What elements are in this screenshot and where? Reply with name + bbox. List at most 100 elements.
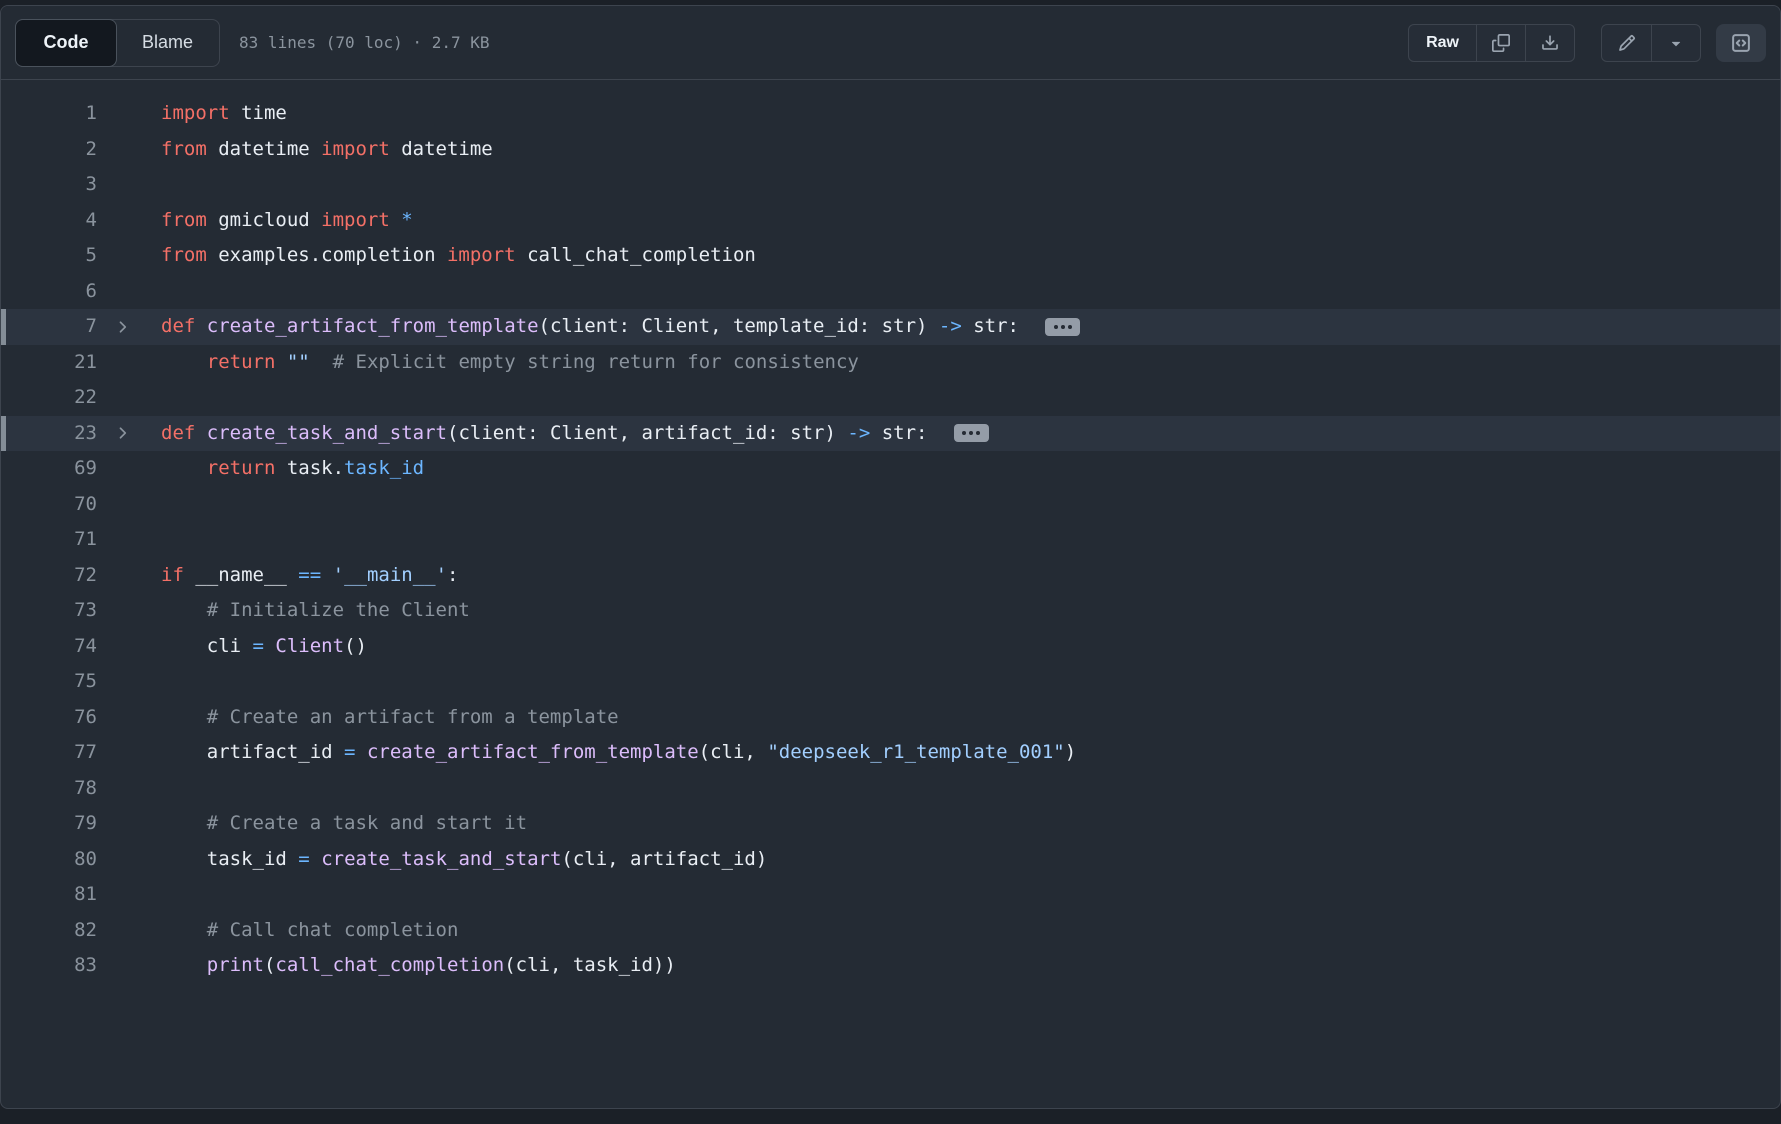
expander-cell — [97, 593, 161, 629]
line-number[interactable]: 77 — [1, 735, 97, 771]
code-line: 78 — [1, 771, 1780, 807]
edit-button-group — [1601, 24, 1701, 62]
code-text — [161, 771, 1780, 807]
line-number[interactable]: 22 — [1, 380, 97, 416]
expander-cell — [97, 771, 161, 807]
code-line: 22 — [1, 380, 1780, 416]
code-line: 75 — [1, 664, 1780, 700]
code-symbols-icon — [1731, 33, 1751, 53]
copy-raw-button[interactable] — [1476, 25, 1525, 61]
code-text: return "" # Explicit empty string return… — [161, 345, 1780, 381]
symbols-panel-button[interactable] — [1716, 24, 1766, 62]
chevron-right-icon[interactable] — [114, 424, 132, 442]
expander-cell — [97, 806, 161, 842]
expander-cell[interactable] — [97, 309, 161, 345]
code-blame-switcher: Code Blame — [15, 19, 220, 67]
line-number[interactable]: 70 — [1, 487, 97, 523]
edit-file-button[interactable] — [1602, 25, 1651, 61]
line-number[interactable]: 2 — [1, 132, 97, 168]
code-line: 72 if __name__ == '__main__': — [1, 558, 1780, 594]
code-line: 70 — [1, 487, 1780, 523]
code-line: 71 — [1, 522, 1780, 558]
file-meta-info: 83 lines (70 loc) · 2.7 KB — [239, 33, 489, 52]
code-line: 2from datetime import datetime — [1, 132, 1780, 168]
code-text — [161, 664, 1780, 700]
line-number[interactable]: 74 — [1, 629, 97, 665]
code-text: if __name__ == '__main__': — [161, 558, 1780, 594]
expander-cell — [97, 842, 161, 878]
code-line: 23 def create_task_and_start(client: Clie… — [1, 416, 1780, 452]
code-line: 74 cli = Client() — [1, 629, 1780, 665]
code-text: # Create an artifact from a template — [161, 700, 1780, 736]
line-number[interactable]: 7 — [1, 309, 97, 345]
line-number[interactable]: 71 — [1, 522, 97, 558]
expander-cell — [97, 877, 161, 913]
raw-button[interactable]: Raw — [1409, 25, 1476, 61]
expander-cell — [97, 522, 161, 558]
line-number[interactable]: 79 — [1, 806, 97, 842]
expander-cell[interactable] — [97, 416, 161, 452]
line-number[interactable]: 80 — [1, 842, 97, 878]
line-number[interactable]: 23 — [1, 416, 97, 452]
file-view-container: Code Blame 83 lines (70 loc) · 2.7 KB Ra… — [0, 5, 1781, 1109]
tab-code[interactable]: Code — [15, 19, 117, 67]
code-line: 82 # Call chat completion — [1, 913, 1780, 949]
code-text: # Call chat completion — [161, 913, 1780, 949]
expander-cell — [97, 274, 161, 310]
copy-icon — [1492, 34, 1510, 52]
line-number[interactable]: 81 — [1, 877, 97, 913]
triangle-down-icon — [1667, 34, 1685, 52]
code-line: 1 import time — [1, 96, 1780, 132]
line-number[interactable]: 78 — [1, 771, 97, 807]
expander-cell — [97, 629, 161, 665]
line-number[interactable]: 21 — [1, 345, 97, 381]
line-number[interactable]: 76 — [1, 700, 97, 736]
line-number[interactable]: 73 — [1, 593, 97, 629]
expand-hidden-code-button[interactable] — [1045, 318, 1080, 336]
code-text: # Initialize the Client — [161, 593, 1780, 629]
code-line: 6 — [1, 274, 1780, 310]
expand-hidden-code-button[interactable] — [954, 424, 989, 442]
line-number[interactable]: 69 — [1, 451, 97, 487]
code-line: 83 print(call_chat_completion(cli, task_… — [1, 948, 1780, 984]
edit-dropdown-button[interactable] — [1651, 25, 1700, 61]
file-header: Code Blame 83 lines (70 loc) · 2.7 KB Ra… — [1, 6, 1780, 80]
download-raw-button[interactable] — [1525, 25, 1574, 61]
code-line: 80 task_id = create_task_and_start(cli, … — [1, 842, 1780, 878]
code-text: def create_task_and_start(client: Client… — [161, 416, 1780, 452]
line-number[interactable]: 6 — [1, 274, 97, 310]
expander-cell — [97, 913, 161, 949]
tab-blame[interactable]: Blame — [116, 20, 219, 66]
code-text: import time — [161, 96, 1780, 132]
expander-cell — [97, 167, 161, 203]
line-number[interactable]: 72 — [1, 558, 97, 594]
expander-cell — [97, 96, 161, 132]
line-number[interactable]: 4 — [1, 203, 97, 239]
code-text — [161, 167, 1780, 203]
code-line: 81 — [1, 877, 1780, 913]
download-icon — [1541, 34, 1559, 52]
code-text — [161, 380, 1780, 416]
expander-cell — [97, 664, 161, 700]
code-text — [161, 522, 1780, 558]
line-number[interactable]: 83 — [1, 948, 97, 984]
code-viewer: 1 import time2from datetime import dateti… — [1, 80, 1780, 984]
expander-cell — [97, 380, 161, 416]
code-text: print(call_chat_completion(cli, task_id)… — [161, 948, 1780, 984]
code-text: return task.task_id — [161, 451, 1780, 487]
line-number[interactable]: 5 — [1, 238, 97, 274]
line-number[interactable]: 82 — [1, 913, 97, 949]
expander-cell — [97, 203, 161, 239]
code-line: 3 — [1, 167, 1780, 203]
expander-cell — [97, 345, 161, 381]
raw-button-group: Raw — [1408, 24, 1575, 62]
chevron-right-icon[interactable] — [114, 318, 132, 336]
code-line: 73 # Initialize the Client — [1, 593, 1780, 629]
file-actions: Raw — [1408, 24, 1766, 62]
expander-cell — [97, 558, 161, 594]
line-number[interactable]: 1 — [1, 96, 97, 132]
code-line: 79 # Create a task and start it — [1, 806, 1780, 842]
line-number[interactable]: 75 — [1, 664, 97, 700]
line-number[interactable]: 3 — [1, 167, 97, 203]
expander-cell — [97, 735, 161, 771]
